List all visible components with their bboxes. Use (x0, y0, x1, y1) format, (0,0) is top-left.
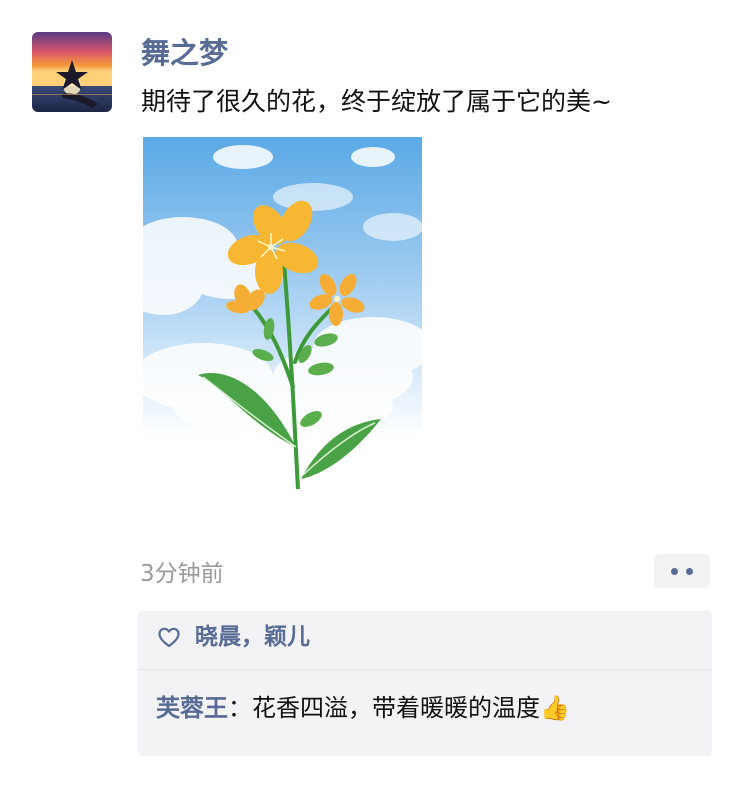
likes-row: 晓晨，颖儿 (138, 611, 712, 669)
post-text: 期待了很久的花，终于绽放了属于它的美~ (141, 87, 612, 116)
flower-illustration (143, 137, 422, 489)
moments-post: 舞之梦 期待了很久的花，终于绽放了属于它的美~ 3分钟前 晓晨，颖儿 芙蓉王：花… (0, 0, 750, 800)
post-photo[interactable] (143, 137, 422, 489)
dot-icon (671, 568, 678, 575)
more-actions-button[interactable] (654, 554, 710, 588)
heart-icon (158, 627, 180, 648)
comment-item[interactable]: 芙蓉王：花香四溢，带着暖暖的温度👍 (156, 691, 570, 725)
author-avatar[interactable] (32, 32, 112, 112)
comment-separator: ： (228, 694, 252, 722)
post-author-name[interactable]: 舞之梦 (141, 33, 228, 73)
comment-author[interactable]: 芙蓉王 (156, 694, 228, 722)
comment-text: 花香四溢，带着暖暖的温度👍 (252, 694, 570, 722)
panel-divider (138, 669, 712, 670)
dot-icon (686, 568, 693, 575)
likers-names[interactable]: 晓晨，颖儿 (195, 621, 310, 653)
post-timestamp: 3分钟前 (140, 561, 224, 587)
likes-comments-panel: 晓晨，颖儿 芙蓉王：花香四溢，带着暖暖的温度👍 (138, 611, 712, 756)
sunset-avatar-image (32, 32, 112, 112)
